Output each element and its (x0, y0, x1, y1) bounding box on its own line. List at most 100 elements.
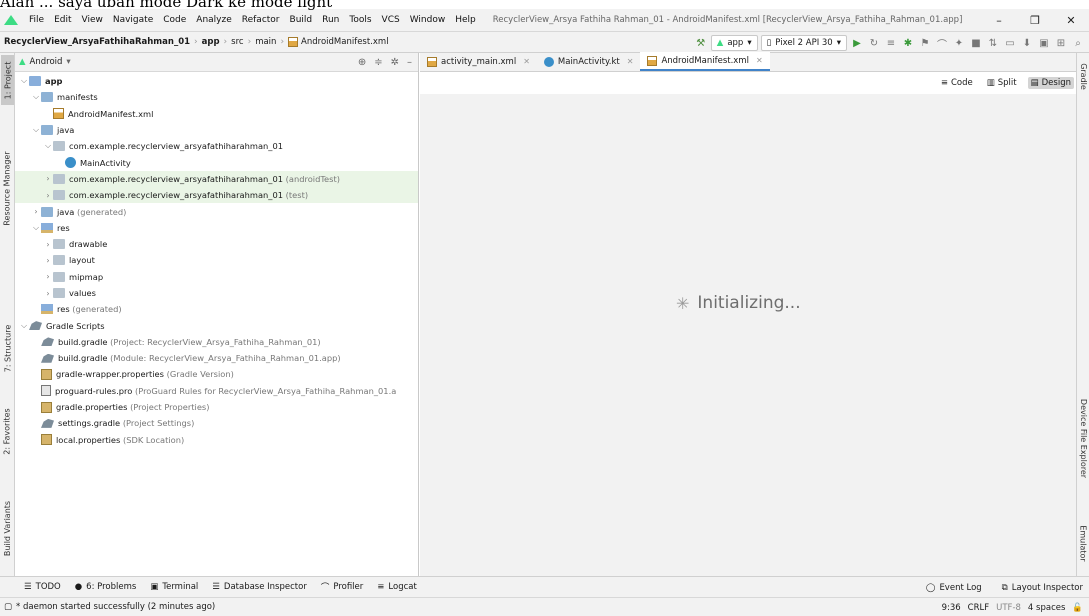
collapsed-arrow-icon[interactable]: › (43, 272, 53, 281)
run-config-select[interactable]: ▲ app ▾ (710, 35, 758, 51)
menu-edit[interactable]: Edit (49, 15, 76, 25)
tree-item-java-generated[interactable]: › java (generated) (15, 203, 418, 219)
mode-split-button[interactable]: ▥ Split (984, 77, 1020, 89)
line-separator[interactable]: CRLF (968, 603, 989, 613)
tree-item-proguard-rules[interactable]: proguard-rules.pro (ProGuard Rules for R… (15, 383, 418, 399)
locate-file-icon[interactable]: ⊕ (358, 57, 366, 68)
lock-icon[interactable]: 🔓 (1072, 603, 1083, 613)
tree-item-gradle-properties[interactable]: gradle.properties (Project Properties) (15, 399, 418, 415)
tool-tab-emulator[interactable]: Emulator (1077, 518, 1089, 568)
tool-tab-resource-manager[interactable]: Resource Manager (1, 143, 14, 233)
breadcrumb-module[interactable]: app (202, 37, 220, 47)
tool-todo[interactable]: ☰ TODO (24, 582, 61, 592)
project-structure-icon[interactable]: ⊞ (1054, 36, 1068, 50)
tree-item-package-main[interactable]: ⌵ com.example.recyclerview_arsyafathihar… (15, 138, 418, 154)
menu-help[interactable]: Help (450, 15, 481, 25)
tree-item-settings-gradle[interactable]: settings.gradle (Project Settings) (15, 415, 418, 431)
tree-item-mainactivity[interactable]: MainActivity (15, 154, 418, 170)
menu-file[interactable]: File (24, 15, 49, 25)
menu-navigate[interactable]: Navigate (108, 15, 158, 25)
tree-item-manifests[interactable]: ⌵ manifests (15, 89, 418, 105)
tool-terminal[interactable]: ▣ Terminal (150, 582, 198, 592)
mode-code-button[interactable]: ≡ Code (938, 77, 976, 89)
avd-manager-icon[interactable]: ▭ (1003, 36, 1017, 50)
collapsed-arrow-icon[interactable]: › (43, 256, 53, 265)
tool-event-log[interactable]: ◯ Event Log (926, 583, 982, 593)
tree-item-drawable[interactable]: › drawable (15, 236, 418, 252)
stop-icon[interactable]: ■ (969, 36, 983, 50)
coverage-icon[interactable]: ✦ (952, 36, 966, 50)
tree-item-layout[interactable]: › layout (15, 252, 418, 268)
tool-profiler[interactable]: ⌒ Profiler (321, 581, 363, 593)
tree-item-androidmanifest[interactable]: AndroidManifest.xml (15, 106, 418, 122)
sdk-manager-icon[interactable]: ⬇ (1020, 36, 1034, 50)
tree-item-build-gradle-module[interactable]: build.gradle (Module: RecyclerView_Arsya… (15, 350, 418, 366)
close-tab-icon[interactable]: ✕ (627, 57, 634, 66)
sync-gradle-icon[interactable]: ⇅ (986, 36, 1000, 50)
close-button[interactable]: ✕ (1053, 9, 1089, 31)
tool-tab-build-variants[interactable]: Build Variants (1, 493, 14, 563)
mode-design-button[interactable]: ▤ Design (1027, 77, 1074, 89)
minimize-button[interactable]: – (981, 9, 1017, 31)
debug-icon[interactable]: ✱ (901, 36, 915, 50)
tool-tab-device-file-explorer[interactable]: Device File Explorer (1077, 383, 1089, 493)
attach-debugger-icon[interactable]: ⚑ (918, 36, 932, 50)
breadcrumb-file[interactable]: AndroidManifest.xml (301, 37, 389, 47)
tool-tab-structure[interactable]: 7: Structure (1, 318, 14, 378)
hide-panel-icon[interactable]: – (407, 57, 412, 68)
indent-setting[interactable]: 4 spaces (1028, 603, 1065, 613)
gear-icon[interactable]: ✲ (391, 57, 399, 68)
project-view-select[interactable]: Android (30, 57, 63, 67)
tool-tab-favorites[interactable]: 2: Favorites (1, 401, 14, 461)
menu-run[interactable]: Run (317, 15, 344, 25)
profile-icon[interactable]: ⌒ (935, 36, 949, 51)
menu-window[interactable]: Window (405, 15, 451, 25)
toggle-tool-windows-icon[interactable]: ▢ (4, 602, 12, 612)
breadcrumb-src[interactable]: src (231, 37, 243, 47)
tree-item-values[interactable]: › values (15, 285, 418, 301)
close-tab-icon[interactable]: ✕ (523, 57, 530, 66)
tool-problems[interactable]: ● 6: Problems (75, 582, 137, 592)
file-encoding[interactable]: UTF-8 (996, 603, 1021, 613)
tree-item-package-androidtest[interactable]: › com.example.recyclerview_arsyafathihar… (15, 170, 418, 188)
collapsed-arrow-icon[interactable]: › (31, 207, 41, 216)
menu-tools[interactable]: Tools (344, 15, 376, 25)
collapse-all-icon[interactable]: ≑ (374, 57, 382, 68)
tool-logcat[interactable]: ≡ Logcat (377, 582, 417, 592)
tree-item-gradle-wrapper-properties[interactable]: gradle-wrapper.properties (Gradle Versio… (15, 366, 418, 382)
tree-item-app[interactable]: ⌵ app (15, 73, 418, 89)
tool-database-inspector[interactable]: ☰ Database Inspector (212, 582, 307, 592)
collapsed-arrow-icon[interactable]: › (43, 240, 53, 249)
expanded-arrow-icon[interactable]: ⌵ (19, 76, 29, 86)
expanded-arrow-icon[interactable]: ⌵ (31, 223, 41, 233)
collapsed-arrow-icon[interactable]: › (43, 174, 53, 183)
device-select[interactable]: ▯ Pixel 2 API 30 ▾ (760, 35, 847, 51)
tab-androidmanifest-xml[interactable]: AndroidManifest.xml ✕ (640, 52, 770, 71)
menu-view[interactable]: View (77, 15, 108, 25)
close-tab-icon[interactable]: ✕ (756, 56, 763, 65)
tree-item-local-properties[interactable]: local.properties (SDK Location) (15, 432, 418, 448)
menu-build[interactable]: Build (285, 15, 318, 25)
apply-changes-icon[interactable]: ↻ (867, 36, 881, 50)
tab-mainactivity-kt[interactable]: MainActivity.kt ✕ (537, 52, 641, 71)
tree-item-res[interactable]: ⌵ res (15, 220, 418, 236)
expanded-arrow-icon[interactable]: ⌵ (19, 321, 29, 331)
run-icon[interactable]: ▶ (850, 36, 864, 50)
menu-code[interactable]: Code (158, 15, 191, 25)
tree-item-java[interactable]: ⌵ java (15, 122, 418, 138)
apply-code-changes-icon[interactable]: ≡ (884, 36, 898, 50)
breadcrumb-project[interactable]: RecyclerView_ArsyaFathihaRahman_01 (4, 37, 190, 47)
tool-tab-project[interactable]: 1: Project (1, 55, 14, 105)
maximize-button[interactable]: ❐ (1017, 9, 1053, 31)
tree-item-package-test[interactable]: › com.example.recyclerview_arsyafathihar… (15, 187, 418, 204)
expanded-arrow-icon[interactable]: ⌵ (31, 92, 41, 102)
caret-position[interactable]: 9:36 (942, 603, 961, 613)
menu-vcs[interactable]: VCS (377, 15, 405, 25)
menu-analyze[interactable]: Analyze (191, 15, 236, 25)
expanded-arrow-icon[interactable]: ⌵ (31, 125, 41, 135)
expanded-arrow-icon[interactable]: ⌵ (43, 141, 53, 151)
status-message[interactable]: * daemon started successfully (2 minutes… (16, 602, 215, 612)
tree-item-gradle-scripts[interactable]: ⌵ Gradle Scripts (15, 317, 418, 333)
menu-refactor[interactable]: Refactor (237, 15, 285, 25)
tree-item-mipmap[interactable]: › mipmap (15, 269, 418, 285)
